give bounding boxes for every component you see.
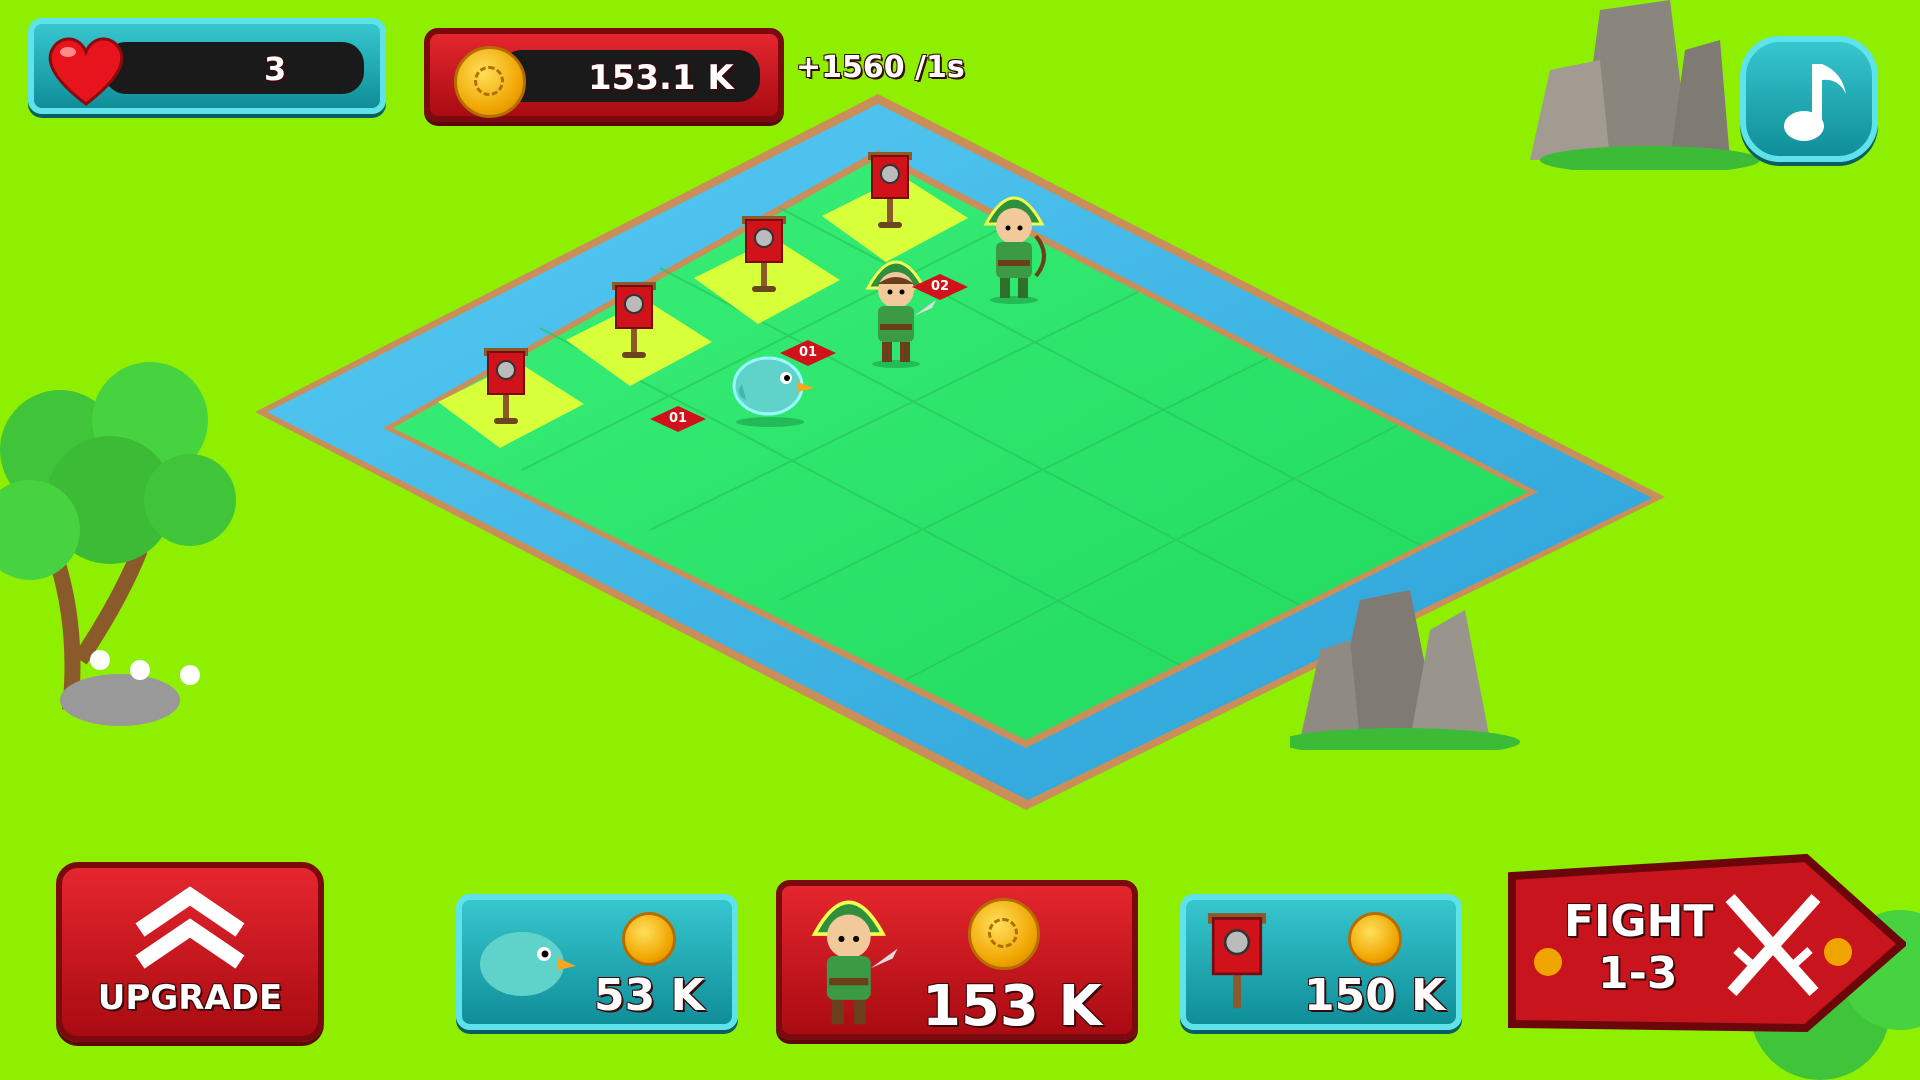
archer-cost: 153 K <box>922 974 1102 1039</box>
enemy-banner[interactable] <box>606 278 662 360</box>
archer-unit[interactable] <box>856 244 938 368</box>
upgrade-label: UPGRADE <box>97 978 283 1018</box>
buy-archer-card[interactable]: 153 K <box>776 880 1138 1040</box>
archer-icon <box>811 900 898 1025</box>
chevron-up-icon <box>135 886 245 969</box>
tile-level-label: 02 <box>912 274 968 300</box>
enemy-banner[interactable] <box>478 344 534 426</box>
music-toggle-button[interactable] <box>1740 36 1878 162</box>
music-note-icon <box>1784 64 1846 141</box>
archer-unit[interactable] <box>974 180 1056 304</box>
tree-decoration <box>0 362 236 726</box>
buy-bird-card[interactable]: 53 K <box>456 894 738 1030</box>
upgrade-button[interactable]: UPGRADE <box>56 862 324 1042</box>
banner-icon <box>1207 913 1267 1009</box>
lives-value: 3 <box>264 50 287 88</box>
tile-level-label: 01 <box>780 340 836 366</box>
rock-decoration <box>1290 590 1520 750</box>
income-rate: +1560 /1s <box>796 50 965 85</box>
bird-cost: 53 K <box>594 970 705 1021</box>
coin-icon <box>968 898 1040 970</box>
coin-icon <box>622 912 676 966</box>
banner-cost: 150 K <box>1304 970 1446 1021</box>
enemy-banner[interactable] <box>862 148 918 230</box>
coins-value: 153.1 K <box>588 58 734 98</box>
fight-stage: 1-3 <box>1598 948 1678 999</box>
crossed-swords-icon <box>1725 894 1821 996</box>
rock-decoration <box>1530 0 1760 170</box>
buy-banner-card[interactable]: 150 K <box>1180 894 1462 1030</box>
tile-level-label: 01 <box>650 406 706 432</box>
fight-label: FIGHT <box>1564 896 1714 947</box>
bird-icon <box>480 932 576 996</box>
lives-panel: 3 <box>28 18 386 114</box>
coin-icon <box>1348 912 1402 966</box>
fight-button[interactable]: FIGHT 1-3 <box>1506 852 1906 1036</box>
coin-icon <box>454 46 526 118</box>
heart-icon <box>48 37 124 106</box>
coins-panel: 153.1 K <box>424 28 784 122</box>
lives-track <box>104 42 364 94</box>
enemy-banner[interactable] <box>736 212 792 294</box>
